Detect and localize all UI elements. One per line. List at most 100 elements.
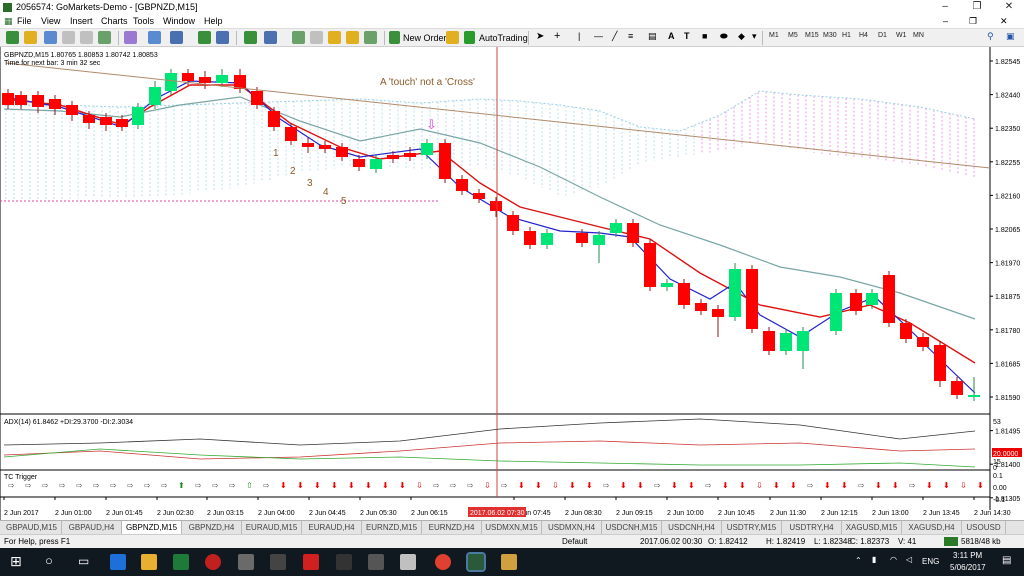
metatrader-taskbar-icon[interactable] [466, 552, 486, 572]
line-chart-icon[interactable] [292, 31, 305, 44]
doc-icon[interactable]: ▦ [4, 16, 13, 27]
indicators-icon[interactable] [124, 31, 137, 44]
mdi-restore-button[interactable]: ❐ [969, 16, 977, 27]
chart-window[interactable]: GBPNZD,M15 1.80765 1.80853 1.80742 1.808… [0, 47, 1024, 520]
notepad-icon[interactable] [368, 554, 384, 570]
excel-icon[interactable] [173, 554, 189, 570]
menu-help[interactable]: Help [204, 16, 223, 26]
file-explorer-icon[interactable] [141, 554, 157, 570]
network-icon[interactable]: ◠ [890, 555, 897, 564]
menu-window[interactable]: Window [163, 16, 195, 26]
chart-tab[interactable]: USOUSD [962, 521, 1006, 534]
minimize-button[interactable]: – [934, 1, 956, 14]
channel-icon[interactable]: ≡ [628, 31, 633, 41]
task-view-icon[interactable]: ▭ [78, 554, 89, 568]
price-chart[interactable]: GBPNZD,M15 1.80765 1.80853 1.80742 1.808… [0, 47, 1024, 520]
chat-icon[interactable]: ▣ [1006, 31, 1015, 42]
chart-tab[interactable]: GBPNZD,H4 [182, 521, 242, 534]
app-red-icon[interactable] [205, 554, 221, 570]
chart-tab[interactable]: USDMXN,M15 [482, 521, 542, 534]
dropdown-arrow-icon[interactable]: ▾ [752, 31, 757, 42]
crosshair-icon[interactable] [310, 31, 323, 44]
autotrading-button[interactable]: AutoTrading [479, 33, 528, 43]
bar-chart-icon[interactable] [244, 31, 257, 44]
label-tool-icon[interactable]: T [684, 31, 690, 41]
status-profile[interactable]: Default [562, 537, 587, 546]
tester-icon[interactable] [364, 31, 377, 44]
timeframe-w1[interactable]: W1 [896, 32, 907, 39]
close-button[interactable]: ✕ [998, 1, 1020, 14]
new-order-icon[interactable] [389, 31, 400, 44]
tile-windows-icon[interactable] [98, 31, 111, 44]
chart-tab[interactable]: EURNZD,M15 [362, 521, 422, 534]
chart-tab[interactable]: XAGUSD,H4 [902, 521, 962, 534]
language-indicator[interactable]: ENG [922, 557, 939, 566]
arrows-icon[interactable]: ◆ [738, 31, 745, 42]
menu-charts[interactable]: Charts [101, 16, 128, 26]
store-icon[interactable] [238, 554, 254, 570]
timeframe-m5[interactable]: M5 [788, 32, 798, 39]
menu-view[interactable]: View [41, 16, 60, 26]
chart-tab[interactable]: EURAUD,M15 [242, 521, 302, 534]
chart-tab[interactable]: XAGUSD,M15 [842, 521, 902, 534]
new-chart-icon[interactable] [6, 31, 19, 44]
clock-date[interactable]: 5/06/2017 [950, 563, 986, 572]
ellipse-icon[interactable]: ⬬ [720, 31, 728, 42]
menu-file[interactable]: File [17, 16, 32, 26]
rectangle-icon[interactable]: ■ [702, 31, 707, 41]
zoom-in-icon[interactable] [62, 31, 75, 44]
zoom-out-icon[interactable] [80, 31, 93, 44]
chart-tab[interactable]: GBPAUD,H4 [62, 521, 122, 534]
chart-tab[interactable]: EURAUD,H4 [302, 521, 362, 534]
chrome-icon[interactable] [435, 554, 451, 570]
chart-tab[interactable]: GBPNZD,M15 [122, 521, 182, 534]
files-icon[interactable] [400, 554, 416, 570]
timeframe-mn[interactable]: MN [913, 32, 924, 39]
snipping-icon[interactable] [501, 554, 517, 570]
mdi-minimize-button[interactable]: – [943, 16, 948, 26]
clock-time[interactable]: 3:11 PM [953, 551, 982, 560]
templates-icon[interactable] [170, 31, 183, 44]
crosshair-tool-icon[interactable]: + [554, 30, 560, 42]
kaspersky-icon[interactable] [303, 554, 319, 570]
new-order-button[interactable]: New Order [403, 33, 447, 43]
metaeditor-icon[interactable] [446, 31, 459, 44]
fibonacci-icon[interactable]: ▤ [648, 31, 657, 42]
timeframe-m30[interactable]: M30 [823, 32, 837, 39]
volume-icon[interactable]: ◁ [906, 555, 912, 564]
edge-icon[interactable] [110, 554, 126, 570]
menu-tools[interactable]: Tools [133, 16, 154, 26]
horizontal-line-icon[interactable]: — [594, 31, 603, 41]
battery-icon[interactable]: ▮ [872, 555, 876, 564]
trading-app-icon[interactable] [336, 554, 352, 570]
autotrading-icon[interactable] [464, 31, 475, 44]
tray-up-icon[interactable]: ⌃ [855, 556, 862, 565]
chart-shift-icon[interactable] [216, 31, 229, 44]
timeframe-d1[interactable]: D1 [878, 32, 887, 39]
chart-tab[interactable]: EURNZD,H4 [422, 521, 482, 534]
terminal-icon[interactable] [346, 31, 359, 44]
connection-icon[interactable] [944, 537, 958, 546]
timeframe-h1[interactable]: H1 [842, 32, 851, 39]
timeframe-m15[interactable]: M15 [805, 32, 819, 39]
trendline-icon[interactable]: ╱ [612, 31, 617, 42]
chart-tab[interactable]: USDTRY,H4 [782, 521, 842, 534]
chart-tab[interactable]: USDTRY,M15 [722, 521, 782, 534]
chart-tab[interactable]: GBPAUD,M15 [2, 521, 62, 534]
vertical-line-icon[interactable]: | [578, 31, 580, 41]
windows-start-icon[interactable]: ⊞ [10, 553, 22, 570]
mdi-close-button[interactable]: ✕ [1000, 16, 1008, 27]
chart-tab[interactable]: USDCNH,M15 [602, 521, 662, 534]
chart-tab[interactable]: USDCNH,H4 [662, 521, 722, 534]
autoscroll-icon[interactable] [198, 31, 211, 44]
navigator-icon[interactable] [328, 31, 341, 44]
timeframe-h4[interactable]: H4 [859, 32, 868, 39]
maximize-button[interactable]: ❐ [966, 1, 988, 14]
chart-tab[interactable]: USDMXN,H4 [542, 521, 602, 534]
notifications-icon[interactable]: ▤ [1002, 555, 1011, 566]
market-watch-icon[interactable] [44, 31, 57, 44]
candle-chart-icon[interactable] [264, 31, 277, 44]
timeframe-m1[interactable]: M1 [769, 32, 779, 39]
search-icon[interactable]: ⚲ [987, 31, 994, 42]
calculator-icon[interactable] [270, 554, 286, 570]
